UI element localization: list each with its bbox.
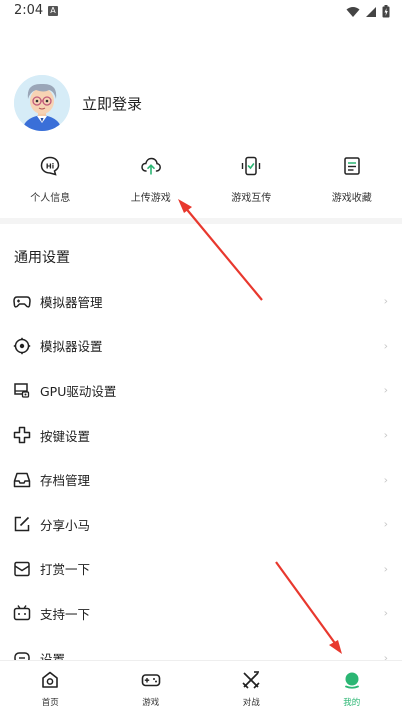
chevron-right-icon: › xyxy=(383,517,388,531)
quick-actions: Hi 个人信息 上传游戏 游戏互传 游戏收藏 xyxy=(0,155,402,207)
menu-item-label: 分享小马 xyxy=(40,517,91,533)
menu-item-label: 存档管理 xyxy=(40,473,91,489)
gpu-card-icon xyxy=(14,383,30,399)
profile-dot-icon xyxy=(344,672,359,689)
gamepad-icon xyxy=(13,296,31,308)
menu-item-key-settings[interactable]: 按键设置 › xyxy=(0,413,402,458)
menu-item-label: 支持一下 xyxy=(40,606,91,622)
chevron-right-icon: › xyxy=(383,606,388,620)
status-icons xyxy=(346,5,390,18)
chevron-right-icon: › xyxy=(383,473,388,487)
nav-label: 对战 xyxy=(242,698,260,708)
cloud-upload-icon xyxy=(140,157,161,175)
menu-item-label: GPU驱动设置 xyxy=(40,383,117,399)
nav-tab-games[interactable]: 游戏 xyxy=(101,661,202,714)
inbox-icon xyxy=(13,472,31,487)
chevron-right-icon: › xyxy=(383,562,388,576)
menu-item-save-management[interactable]: 存档管理 › xyxy=(0,457,402,502)
menu-item-gpu-driver-settings[interactable]: GPU驱动设置 › xyxy=(0,368,402,413)
nav-label: 游戏 xyxy=(142,698,160,708)
phone-transfer-icon xyxy=(242,156,261,176)
document-list-icon xyxy=(344,157,360,175)
chevron-right-icon: › xyxy=(383,294,388,308)
envelope-icon xyxy=(14,561,30,577)
home-camera-icon xyxy=(42,671,59,688)
chevron-right-icon: › xyxy=(383,428,388,442)
notification-badge: A xyxy=(48,6,58,16)
versus-icon xyxy=(242,671,260,689)
svg-text:Hi: Hi xyxy=(46,163,54,171)
battery-icon xyxy=(382,5,390,18)
menu-item-label: 按键设置 xyxy=(40,428,91,444)
menu-item-label: 模拟器管理 xyxy=(40,294,103,310)
menu-item-support[interactable]: 支持一下 › xyxy=(0,591,402,636)
nav-label: 首页 xyxy=(41,698,59,708)
share-edit-icon xyxy=(14,517,30,532)
dpad-icon xyxy=(13,426,31,444)
nav-tab-home[interactable]: 首页 xyxy=(0,661,101,714)
quick-action-label: 上传游戏 xyxy=(130,193,171,204)
quick-action-label: 个人信息 xyxy=(30,193,71,204)
quick-action-game-transfer[interactable]: 游戏互传 xyxy=(201,155,302,207)
wifi-icon xyxy=(346,6,360,17)
login-link[interactable]: 立即登录 xyxy=(82,93,142,114)
menu-item-emulator-settings[interactable]: 模拟器设置 › xyxy=(0,324,402,369)
menu-item-emulator-management[interactable]: 模拟器管理 › xyxy=(0,279,402,324)
quick-action-upload-game[interactable]: 上传游戏 xyxy=(101,155,202,207)
hi-chat-icon: Hi xyxy=(40,156,60,176)
profile-header[interactable]: 立即登录 xyxy=(14,75,142,131)
quick-action-game-favorites[interactable]: 游戏收藏 xyxy=(302,155,402,207)
avatar[interactable] xyxy=(14,75,70,131)
menu-item-label: 打赏一下 xyxy=(40,562,91,578)
bottom-nav: 首页 游戏 对战 我的 xyxy=(0,660,402,714)
controller-icon xyxy=(141,674,161,687)
status-time: 2:04 xyxy=(14,3,44,18)
tv-icon xyxy=(13,605,31,621)
menu-item-share[interactable]: 分享小马 › xyxy=(0,502,402,547)
signal-icon xyxy=(366,6,376,17)
section-divider xyxy=(0,218,402,224)
status-bar: 2:04 A xyxy=(0,0,402,24)
quick-action-label: 游戏收藏 xyxy=(331,193,372,204)
menu-item-tip[interactable]: 打赏一下 › xyxy=(0,547,402,592)
nav-label: 我的 xyxy=(343,698,361,708)
chevron-right-icon: › xyxy=(383,339,388,353)
settings-section-title: 通用设置 xyxy=(14,250,70,266)
chevron-right-icon: › xyxy=(383,383,388,397)
gear-circle-icon xyxy=(13,337,31,355)
menu-item-label: 模拟器设置 xyxy=(40,339,103,355)
nav-tab-battle[interactable]: 对战 xyxy=(201,661,302,714)
settings-menu: 模拟器管理 › 模拟器设置 › GPU驱动设置 › 按键设置 › 存档管理 › … xyxy=(0,279,402,680)
nav-tab-mine[interactable]: 我的 xyxy=(302,661,402,714)
quick-action-label: 游戏互传 xyxy=(231,193,272,204)
quick-action-personal-info[interactable]: Hi 个人信息 xyxy=(0,155,101,207)
